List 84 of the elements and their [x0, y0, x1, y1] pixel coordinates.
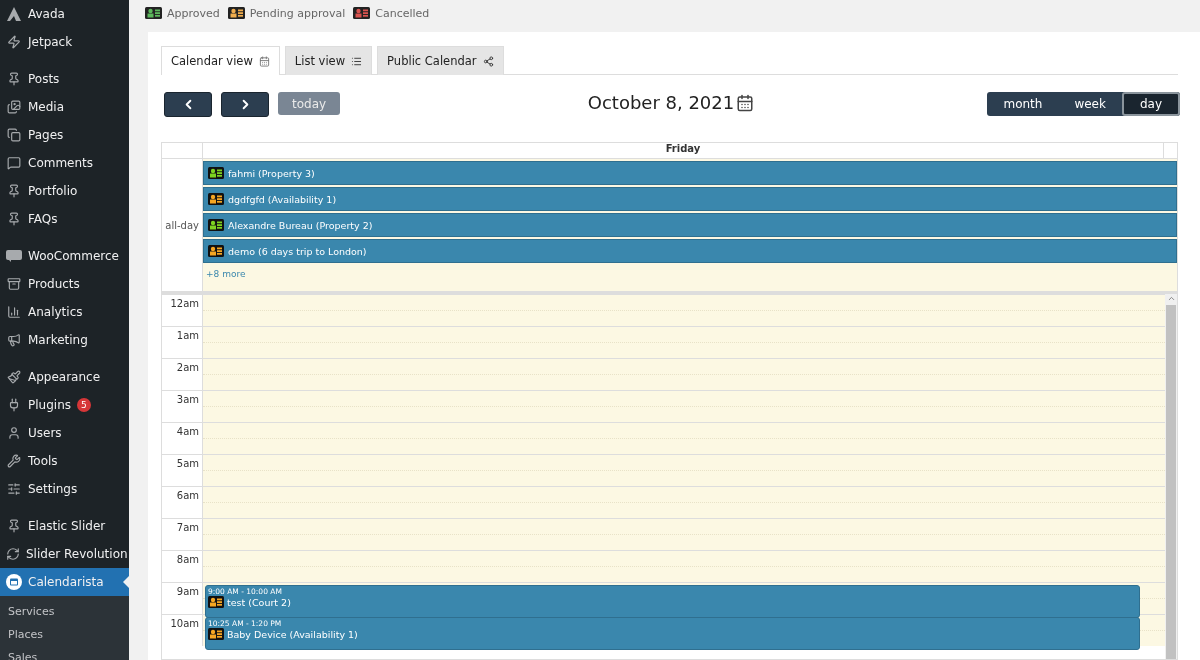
date-title: October 8, 2021: [587, 92, 735, 113]
all-day-event[interactable]: dgdfgfd (Availability 1): [203, 187, 1177, 211]
list-icon: [351, 55, 363, 67]
submenu-item[interactable]: Places: [0, 623, 129, 646]
sidebar-item[interactable]: Pages: [0, 121, 129, 149]
sidebar-item[interactable]: Portfolio: [0, 177, 129, 205]
calendar-icon: [258, 55, 270, 67]
more-link[interactable]: +8 more: [203, 265, 249, 279]
sidebar-item[interactable]: FAQs: [0, 205, 129, 233]
all-day-event[interactable]: Alexandre Bureau (Property 2): [203, 213, 1177, 237]
legend-label: Cancelled: [375, 6, 430, 20]
share-icon: [482, 55, 494, 67]
time-slot[interactable]: [202, 327, 1165, 358]
user-icon: [6, 425, 22, 441]
sidebar-item[interactable]: Slider Revolution: [0, 540, 129, 568]
refresh-icon: [6, 546, 20, 562]
pin-icon: [6, 211, 22, 227]
submenu-item[interactable]: Services: [0, 600, 129, 623]
megaphone-icon: [6, 332, 22, 348]
time-slot[interactable]: [202, 487, 1165, 518]
sidebar-item[interactable]: Tools: [0, 447, 129, 475]
images-icon: [6, 99, 22, 115]
hour-label: 4am: [175, 425, 200, 439]
sidebar-item[interactable]: Appearance: [0, 363, 129, 391]
time-slot[interactable]: [202, 551, 1165, 582]
view-tab[interactable]: Calendar view: [161, 46, 280, 75]
hour-label: 2am: [175, 361, 200, 375]
archive-icon: [6, 276, 22, 292]
hour-label: 3am: [175, 393, 200, 407]
view-button[interactable]: week: [1058, 92, 1122, 116]
paintbrush-icon: [6, 369, 22, 385]
previous-button[interactable]: [164, 92, 212, 117]
scroll-up-icon[interactable]: [1166, 294, 1176, 303]
sidebar-item[interactable]: Analytics: [0, 298, 129, 326]
hour-label: 5am: [175, 457, 200, 471]
sidebar-item[interactable]: Comments: [0, 149, 129, 177]
all-day-event[interactable]: demo (6 days trip to London): [203, 239, 1177, 263]
comment-icon: [6, 155, 22, 171]
pages-icon: [6, 127, 22, 143]
time-slot[interactable]: [202, 359, 1165, 390]
all-day-label: all-day: [164, 218, 200, 233]
hour-label: 10am: [169, 617, 200, 631]
sidebar-item[interactable]: Settings: [0, 475, 129, 503]
wrench-icon: [6, 453, 22, 469]
calendar-icon: [736, 93, 755, 112]
sidebar-item[interactable]: Calendarista: [0, 568, 129, 596]
avada-icon: [6, 6, 22, 22]
settings-icon: [6, 481, 22, 497]
time-slot[interactable]: [202, 519, 1165, 550]
sidebar-item[interactable]: Plugins 5: [0, 391, 129, 419]
legend-label: Pending approval: [249, 6, 346, 20]
sidebar-item[interactable]: Jetpack: [0, 28, 129, 56]
sidebar-item[interactable]: Avada: [0, 0, 129, 28]
view-button[interactable]: day: [1121, 92, 1180, 116]
time-slot[interactable]: [202, 423, 1165, 454]
scrollbar[interactable]: [1165, 294, 1177, 659]
sidebar-item[interactable]: WooCommerce: [0, 242, 129, 270]
sidebar-item[interactable]: Users: [0, 419, 129, 447]
pin-icon: [6, 71, 22, 87]
hour-label: 1am: [175, 329, 200, 343]
bar-chart-icon: [6, 304, 22, 320]
calendar-icon: [6, 574, 22, 590]
view-tab[interactable]: Public Calendar: [377, 46, 504, 75]
sidebar-item[interactable]: Posts: [0, 65, 129, 93]
time-slot[interactable]: [202, 391, 1165, 422]
sidebar-item[interactable]: Elastic Slider: [0, 512, 129, 540]
pin-icon: [6, 183, 22, 199]
count-badge: 5: [77, 398, 91, 412]
legend-label: Approved: [167, 6, 220, 20]
hour-label: 8am: [175, 553, 200, 567]
all-day-event[interactable]: fahmi (Property 3): [203, 161, 1177, 185]
hour-label: 6am: [175, 489, 200, 503]
pin-icon: [6, 518, 22, 534]
sidebar-item[interactable]: Marketing: [0, 326, 129, 354]
time-slot[interactable]: [202, 455, 1165, 486]
hour-label: 9am: [175, 585, 200, 599]
day-header: Friday: [202, 143, 1164, 158]
sidebar-item[interactable]: Products: [0, 270, 129, 298]
hour-label: 12am: [169, 297, 200, 311]
next-button[interactable]: [221, 92, 269, 117]
view-button[interactable]: month: [987, 92, 1059, 116]
view-tab[interactable]: List view: [284, 46, 373, 75]
hour-label: 7am: [175, 521, 200, 535]
sidebar-item[interactable]: Media: [0, 93, 129, 121]
